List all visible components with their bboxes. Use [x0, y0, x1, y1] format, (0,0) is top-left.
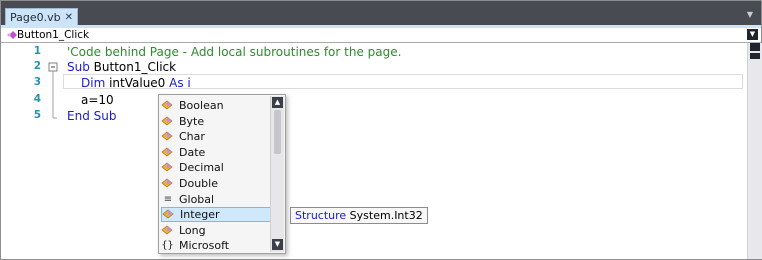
- structure-icon: [161, 177, 174, 190]
- code-text: i: [183, 76, 191, 90]
- close-icon[interactable]: ✕: [65, 12, 73, 23]
- chevron-down-icon[interactable]: ▼: [747, 29, 758, 40]
- completion-item[interactable]: Boolean: [161, 98, 271, 113]
- completion-scrollbar[interactable]: ▲ ▼: [270, 96, 284, 252]
- structure-icon: [162, 208, 175, 221]
- keyword: As: [169, 76, 184, 90]
- keyword: End Sub: [67, 109, 117, 123]
- quick-info-tooltip: Structure System.Int32: [290, 207, 428, 224]
- vertical-scrollbar[interactable]: [747, 43, 762, 259]
- completion-item[interactable]: Decimal: [161, 160, 271, 175]
- code-line-1: 'Code behind Page - Add local subroutine…: [67, 45, 402, 59]
- structure-icon: [161, 115, 174, 128]
- completion-item-label: Integer: [180, 208, 220, 222]
- completion-item[interactable]: {} Microsoft: [161, 238, 271, 253]
- tooltip-type: System.Int32: [349, 209, 423, 222]
- line-number: 5: [33, 109, 41, 121]
- completion-item-label: Byte: [179, 114, 205, 128]
- completion-item-label: Char: [179, 130, 205, 144]
- keyword: Sub: [67, 60, 90, 74]
- document-tab-strip: Page0.vb ✕ ▼: [1, 1, 761, 25]
- completion-item[interactable]: Date: [161, 145, 271, 160]
- code-line-2: Sub Button1_Click: [67, 60, 176, 74]
- line-number: 3: [33, 76, 41, 88]
- code-text: Button1_Click: [89, 60, 177, 74]
- line-number: 4: [33, 93, 41, 105]
- keyword-icon: ≡: [163, 193, 172, 205]
- structure-icon: [161, 146, 174, 159]
- structure-icon: [161, 161, 174, 174]
- code-line-5: End Sub: [67, 109, 116, 123]
- completion-item-label: Long: [179, 223, 206, 237]
- completion-item[interactable]: Long: [161, 223, 271, 238]
- structure-icon: [161, 99, 174, 112]
- scroll-thumb[interactable]: [274, 110, 281, 154]
- intellisense-popup: Boolean Byte Char Date Decimal Double ≡ Global I…: [158, 94, 286, 254]
- completion-item-label: Microsoft: [179, 239, 230, 253]
- completion-item[interactable]: Double: [161, 176, 271, 191]
- code-area[interactable]: 1 2 3 4 5 'Code behind Page - Add local …: [1, 43, 746, 259]
- tab-page0-vb[interactable]: Page0.vb ✕: [5, 8, 79, 25]
- completion-item-label: Global: [179, 192, 215, 206]
- scroll-up-icon[interactable]: [750, 43, 760, 51]
- completion-item-label: Boolean: [179, 99, 224, 112]
- completion-item[interactable]: Integer: [161, 207, 271, 223]
- code-text: intValue0: [105, 76, 170, 90]
- tooltip-kind: Structure: [295, 209, 347, 222]
- outlining-margin: [48, 62, 58, 119]
- namespace-icon: {}: [161, 240, 174, 252]
- scroll-up-icon[interactable]: ▲: [272, 97, 283, 108]
- member-dropdown[interactable]: Button1_Click ▼: [1, 28, 761, 43]
- code-line-3: Dim intValue0 As i: [81, 76, 191, 90]
- completion-item-label: Double: [179, 177, 218, 190]
- line-number: 2: [33, 60, 41, 72]
- line-number-gutter: 1 2 3 4 5: [1, 43, 45, 259]
- tab-title: Page0.vb: [10, 10, 61, 24]
- completion-item[interactable]: Byte: [161, 114, 271, 129]
- member-dropdown-value: Button1_Click: [17, 29, 90, 41]
- line-number: 1: [33, 45, 41, 57]
- keyword: Dim: [81, 76, 106, 90]
- chevron-down-icon[interactable]: ▼: [747, 10, 753, 19]
- code-line-4: a=10: [81, 93, 114, 107]
- completion-item-label: Date: [179, 145, 206, 159]
- scroll-down-icon[interactable]: ▼: [272, 239, 283, 250]
- completion-item[interactable]: Char: [161, 129, 271, 144]
- structure-icon: [161, 130, 174, 143]
- scroll-thumb[interactable]: [750, 53, 760, 59]
- completion-item-label: Decimal: [179, 161, 224, 175]
- completion-item[interactable]: ≡ Global: [161, 192, 271, 207]
- structure-icon: [161, 224, 174, 237]
